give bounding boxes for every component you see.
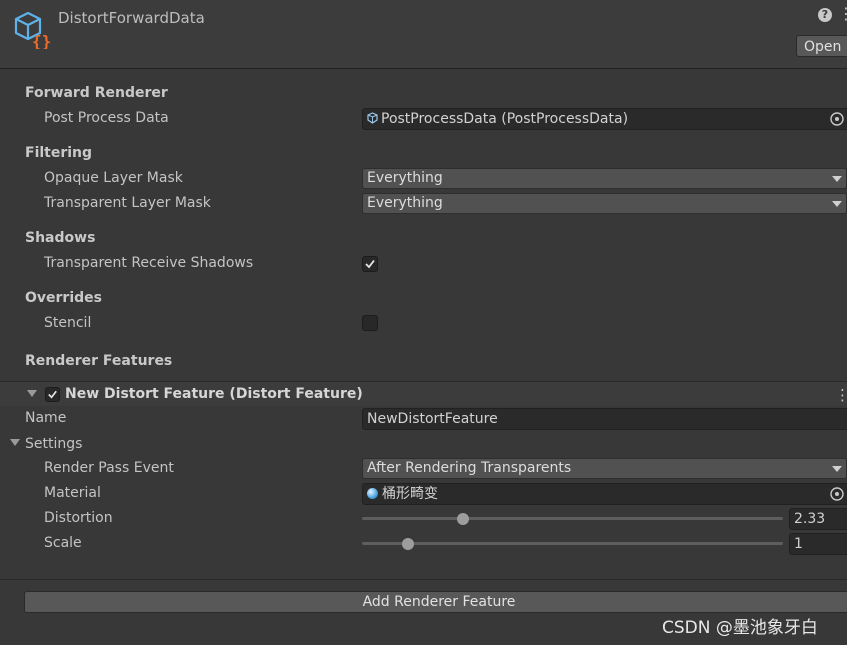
chevron-down-icon <box>832 176 842 182</box>
settings-menu-icon[interactable]: ⋮ <box>838 6 847 22</box>
scriptable-object-icon: {} <box>14 11 51 49</box>
section-renderer-features: Renderer Features <box>25 353 173 369</box>
section-shadows: Shadows <box>25 230 96 246</box>
post-process-asset-icon <box>367 110 378 124</box>
render-pass-event-label: Render Pass Event <box>44 460 174 476</box>
settings-foldout-arrow-icon[interactable] <box>10 439 20 446</box>
feature-menu-icon[interactable]: ⋮ <box>835 386 847 404</box>
name-label: Name <box>25 410 67 426</box>
help-icon[interactable]: ? <box>818 8 832 22</box>
scale-input[interactable]: 1 <box>789 533 847 555</box>
divider <box>0 579 847 580</box>
chevron-down-icon <box>832 466 842 472</box>
transparent-receive-shadows-label: Transparent Receive Shadows <box>44 255 254 271</box>
object-picker-icon[interactable] <box>828 110 846 128</box>
open-button[interactable]: Open <box>796 35 847 57</box>
object-picker-icon[interactable] <box>828 485 846 503</box>
foldout-arrow-icon[interactable] <box>27 390 37 397</box>
section-forward-renderer: Forward Renderer <box>25 85 168 101</box>
material-sphere-icon <box>367 488 378 499</box>
checkmark-icon <box>365 259 375 269</box>
transparent-layer-mask-value: Everything <box>367 195 443 211</box>
opaque-layer-mask-dropdown[interactable]: Everything <box>362 168 847 189</box>
section-overrides: Overrides <box>25 290 102 306</box>
render-pass-event-dropdown[interactable]: After Rendering Transparents <box>362 458 847 479</box>
opaque-layer-mask-value: Everything <box>367 170 443 186</box>
stencil-label: Stencil <box>44 315 92 331</box>
opaque-layer-mask-label: Opaque Layer Mask <box>44 170 183 186</box>
distortion-input[interactable]: 2.33 <box>789 508 847 530</box>
watermark: CSDN @墨池象牙白 <box>662 618 818 638</box>
settings-foldout-label[interactable]: Settings <box>25 436 82 452</box>
render-pass-event-value: After Rendering Transparents <box>367 460 572 476</box>
scale-label: Scale <box>44 535 82 551</box>
transparent-layer-mask-dropdown[interactable]: Everything <box>362 193 847 214</box>
material-label: Material <box>44 485 101 501</box>
distortion-label: Distortion <box>44 510 113 526</box>
name-input[interactable]: NewDistortFeature <box>362 408 847 430</box>
checkmark-icon <box>48 390 57 399</box>
post-process-data-label: Post Process Data <box>44 110 169 126</box>
section-filtering: Filtering <box>25 145 93 161</box>
distortion-slider-track[interactable] <box>362 517 783 520</box>
material-field[interactable]: 桶形畸变 <box>362 483 847 505</box>
feature-enabled-checkbox[interactable] <box>45 387 60 402</box>
feature-title: New Distort Feature (Distort Feature) <box>65 386 363 402</box>
svg-text:{}: {} <box>32 32 51 49</box>
material-value: 桶形畸变 <box>382 486 438 502</box>
distortion-slider-handle[interactable] <box>457 513 470 525</box>
scale-slider-track[interactable] <box>362 542 783 545</box>
asset-title: DistortForwardData <box>58 9 205 27</box>
scale-slider-handle[interactable] <box>402 538 415 550</box>
post-process-data-value: PostProcessData (PostProcessData) <box>381 111 629 127</box>
stencil-checkbox[interactable] <box>362 315 378 331</box>
post-process-data-field[interactable]: PostProcessData (PostProcessData) <box>362 108 847 130</box>
chevron-down-icon <box>832 201 842 207</box>
add-renderer-feature-button[interactable]: Add Renderer Feature <box>24 591 847 613</box>
transparent-receive-shadows-checkbox[interactable] <box>362 256 378 272</box>
transparent-layer-mask-label: Transparent Layer Mask <box>44 195 211 211</box>
